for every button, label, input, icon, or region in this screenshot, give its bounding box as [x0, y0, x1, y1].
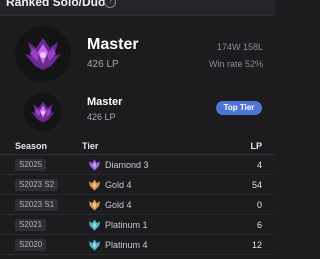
- season-pill: S2021: [15, 219, 47, 231]
- diamond-emblem-icon: [88, 159, 101, 171]
- panel-header: Ranked Solo/Duo ?: [0, 0, 275, 16]
- top-tier-badge: Top Tier: [216, 101, 262, 115]
- lp-value: 54: [251, 180, 262, 190]
- lp-value: 6: [256, 220, 262, 230]
- table-row[interactable]: S2023 S1 Gold 4 0: [0, 195, 275, 215]
- table-row[interactable]: S2025 Diamond 3 4: [0, 155, 275, 175]
- panel-title: Ranked Solo/Duo: [6, 0, 106, 9]
- solo-lp: 426 LP: [87, 59, 119, 70]
- tier-name: Platinum 4: [105, 240, 148, 250]
- flex-rank-card: Master 426 LP Top Tier: [0, 85, 275, 135]
- solo-winrate: Win rate 52%: [208, 59, 263, 69]
- season-pill: S2023 S2: [15, 179, 59, 191]
- season-history-table: Season Tier LP S2025 Diamond 3 4 S2023 S…: [0, 138, 275, 255]
- column-tier: Tier: [82, 141, 99, 151]
- flex-lp: 426 LP: [87, 112, 116, 122]
- lp-value: 12: [251, 240, 262, 250]
- platinum-emblem-icon: [88, 219, 101, 231]
- season-pill: S2025: [15, 159, 47, 171]
- column-season: Season: [15, 141, 48, 151]
- tier-name: Platinum 1: [105, 220, 148, 230]
- solo-tier-name: Master: [87, 36, 139, 53]
- tier-name: Gold 4: [105, 180, 132, 190]
- flex-tier-name: Master: [87, 96, 123, 108]
- table-body: S2025 Diamond 3 4 S2023 S2 Gold 4 54 S20…: [0, 155, 275, 255]
- platinum-emblem-icon: [88, 239, 101, 251]
- season-pill: S2023 S1: [15, 199, 59, 211]
- info-icon[interactable]: ?: [104, 0, 116, 8]
- master-emblem-icon: [15, 26, 71, 82]
- table-row[interactable]: S2020 Platinum 4 12: [0, 235, 275, 255]
- solo-rank-card: Master 426 LP 174W 158L Win rate 52%: [0, 17, 275, 85]
- tier-name: Gold 4: [105, 200, 132, 210]
- lp-value: 0: [256, 200, 262, 210]
- lp-value: 4: [256, 160, 262, 170]
- tier-name: Diamond 3: [105, 160, 149, 170]
- table-row[interactable]: S2023 S2 Gold 4 54: [0, 175, 275, 195]
- column-lp: LP: [250, 141, 262, 151]
- gold-emblem-icon: [88, 199, 101, 211]
- season-pill: S2020: [15, 239, 47, 251]
- solo-record: 174W 158L: [216, 42, 263, 52]
- ranked-panel: Ranked Solo/Duo ? Master 426 LP 174W 158…: [0, 0, 275, 259]
- gold-emblem-icon: [88, 179, 101, 191]
- table-header: Season Tier LP: [0, 138, 275, 155]
- master-emblem-icon: [24, 93, 62, 131]
- table-row[interactable]: S2021 Platinum 1 6: [0, 215, 275, 235]
